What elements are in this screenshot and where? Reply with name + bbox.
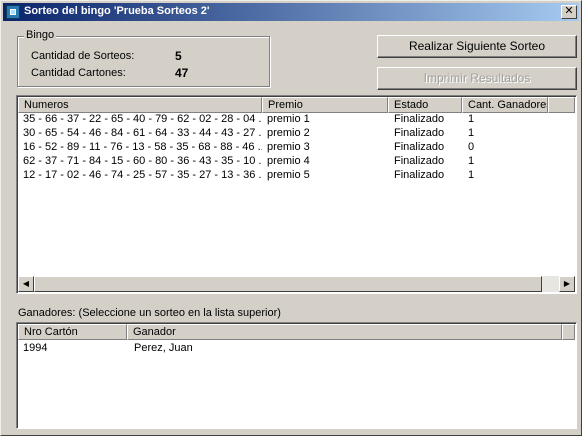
cell-premio: premio 4	[267, 155, 310, 167]
app-icon	[6, 5, 20, 19]
cell-estado: Finalizado	[394, 141, 445, 153]
sorteos-list-header: Numeros Premio Estado Cant. Ganadores	[18, 97, 575, 113]
table-row[interactable]: 12 - 17 - 02 - 46 - 74 - 25 - 57 - 35 - …	[18, 169, 575, 183]
table-row[interactable]: 1994 Perez, Juan	[18, 342, 575, 356]
cell-cant-ganadores: 1	[468, 155, 475, 167]
table-row[interactable]: 35 - 66 - 37 - 22 - 65 - 40 - 79 - 62 - …	[18, 113, 575, 127]
cell-numeros: 30 - 65 - 54 - 46 - 84 - 61 - 64 - 33 - …	[23, 127, 262, 139]
table-row[interactable]: 30 - 65 - 54 - 46 - 84 - 61 - 64 - 33 - …	[18, 127, 575, 141]
cell-premio: premio 3	[267, 141, 310, 153]
cell-cant-ganadores: 1	[468, 169, 475, 181]
table-row[interactable]: 16 - 52 - 89 - 11 - 76 - 13 - 58 - 35 - …	[18, 141, 575, 155]
ganadores-list-header: Nro Cartón Ganador	[18, 324, 575, 340]
cell-estado: Finalizado	[394, 127, 445, 139]
column-header-numeros[interactable]: Numeros	[18, 97, 262, 113]
print-results-button[interactable]: Imprimir Resultados	[377, 67, 577, 90]
sorteos-count-label: Cantidad de Sorteos:	[31, 50, 135, 62]
arrow-left-icon: ◀	[22, 279, 30, 288]
cell-numeros: 16 - 52 - 89 - 11 - 76 - 13 - 58 - 35 - …	[23, 141, 262, 153]
cell-premio: premio 1	[267, 113, 310, 125]
column-header-nro-carton[interactable]: Nro Cartón	[18, 324, 127, 340]
cell-premio: premio 5	[267, 169, 310, 181]
scrollbar-thumb[interactable]	[34, 276, 542, 292]
cell-numeros: 12 - 17 - 02 - 46 - 74 - 25 - 57 - 35 - …	[23, 169, 262, 181]
cartones-count-label: Cantidad Cartones:	[31, 67, 126, 79]
cartones-count-value: 47	[175, 66, 189, 80]
dialog-window: Sorteo del bingo 'Prueba Sorteos 2' ✕ Bi…	[0, 0, 582, 436]
column-header-estado[interactable]: Estado	[388, 97, 462, 113]
table-row[interactable]: 62 - 37 - 71 - 84 - 15 - 60 - 80 - 36 - …	[18, 155, 575, 169]
bingo-groupbox: Bingo Cantidad de Sorteos: 5 Cantidad Ca…	[17, 29, 270, 87]
cell-numeros: 35 - 66 - 37 - 22 - 65 - 40 - 79 - 62 - …	[23, 113, 262, 125]
cell-cant-ganadores: 1	[468, 113, 475, 125]
cell-premio: premio 2	[267, 127, 310, 139]
cell-estado: Finalizado	[394, 113, 445, 125]
cell-numeros: 62 - 37 - 71 - 84 - 15 - 60 - 80 - 36 - …	[23, 155, 262, 167]
scroll-right-button[interactable]: ▶	[559, 276, 575, 292]
title-bar[interactable]: Sorteo del bingo 'Prueba Sorteos 2' ✕	[3, 3, 579, 21]
ganadores-list[interactable]: Nro Cartón Ganador 1994 Perez, Juan	[16, 322, 577, 429]
column-header-filler	[562, 324, 575, 340]
window-title: Sorteo del bingo 'Prueba Sorteos 2'	[24, 5, 210, 17]
column-header-filler	[548, 97, 575, 113]
arrow-right-icon: ▶	[563, 279, 571, 288]
sorteos-list[interactable]: Numeros Premio Estado Cant. Ganadores 35…	[16, 95, 577, 294]
bingo-legend: Bingo	[24, 29, 57, 41]
sorteos-count-value: 5	[175, 49, 182, 63]
close-icon: ✕	[564, 5, 574, 17]
next-draw-button[interactable]: Realizar Siguiente Sorteo	[377, 35, 577, 58]
cell-nro-carton: 1994	[23, 342, 48, 354]
ganadores-label: Ganadores: (Seleccione un sorteo en la l…	[18, 307, 281, 319]
cell-estado: Finalizado	[394, 169, 445, 181]
scroll-left-button[interactable]: ◀	[18, 276, 34, 292]
cell-cant-ganadores: 1	[468, 127, 475, 139]
horizontal-scrollbar[interactable]: ◀ ▶	[18, 276, 575, 292]
cell-ganador: Perez, Juan	[134, 342, 193, 354]
cell-estado: Finalizado	[394, 155, 445, 167]
column-header-premio[interactable]: Premio	[262, 97, 388, 113]
column-header-ganador[interactable]: Ganador	[127, 324, 562, 340]
cell-cant-ganadores: 0	[468, 141, 475, 153]
close-button[interactable]: ✕	[561, 5, 577, 19]
column-header-cant-ganadores[interactable]: Cant. Ganadores	[462, 97, 548, 113]
